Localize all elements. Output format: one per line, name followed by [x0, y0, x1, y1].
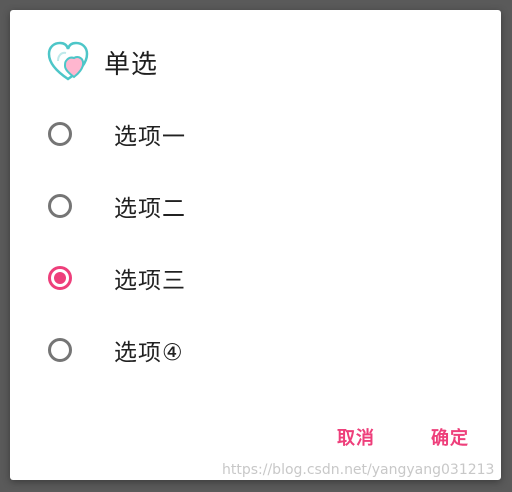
cancel-button[interactable]: 取消	[337, 424, 375, 450]
option-2[interactable]: 选项二	[46, 180, 466, 232]
ok-button[interactable]: 确定	[431, 424, 469, 450]
option-4[interactable]: 选项④	[46, 324, 466, 376]
option-label-4: 选项④	[114, 340, 184, 366]
dialog-actions: 取消 确定	[337, 424, 469, 450]
heart-icon	[46, 41, 92, 83]
watermark: https://blog.csdn.net/yangyang031213	[222, 462, 495, 478]
radio-button-3[interactable]	[48, 266, 72, 290]
dialog-title: 单选	[104, 49, 159, 80]
dialog-title-row: 单选	[46, 40, 158, 84]
radio-button-4[interactable]	[48, 338, 72, 362]
option-1[interactable]: 选项一	[46, 108, 466, 160]
single-choice-dialog: 单选 选项一 选项二 选项三 选项④ 取消 确定	[10, 10, 501, 480]
option-label-3: 选项三	[114, 268, 186, 294]
option-label-2: 选项二	[114, 196, 186, 222]
option-3[interactable]: 选项三	[46, 252, 466, 304]
option-label-1: 选项一	[114, 124, 186, 150]
radio-button-2[interactable]	[48, 194, 72, 218]
radio-button-1[interactable]	[48, 122, 72, 146]
